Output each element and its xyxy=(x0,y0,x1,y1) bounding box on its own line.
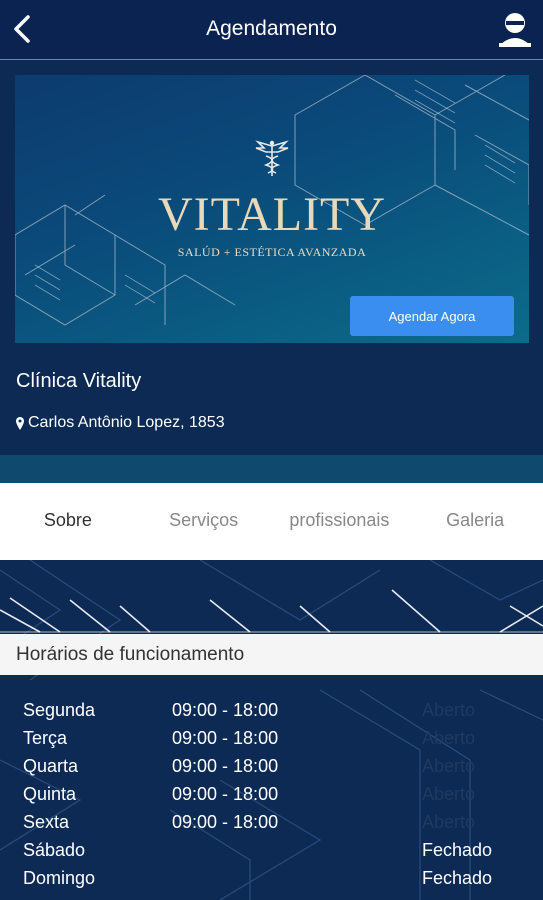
brand-tagline: SALÚD + ESTÉTICA AVANZADA xyxy=(177,245,367,259)
tab-about[interactable]: Sobre xyxy=(0,483,136,560)
day-label: Sexta xyxy=(23,812,70,832)
address-text: Carlos Antônio Lopez, 1853 xyxy=(28,414,225,431)
day-label: Quarta xyxy=(23,756,79,776)
hours-section-title: Horários de funcionamento xyxy=(0,634,543,675)
hours-row-monday: Segunda 09:00 - 18:00 Aberto xyxy=(0,698,543,726)
hours-row-sunday: Domingo Fechado xyxy=(0,866,543,894)
hours-row-wednesday: Quarta 09:00 - 18:00 Aberto xyxy=(0,754,543,782)
hours-row-thursday: Quinta 09:00 - 18:00 Aberto xyxy=(0,782,543,810)
clinic-banner: VITALITY SALÚD + ESTÉTICA AVANZADA Agend… xyxy=(15,75,529,343)
book-now-button[interactable]: Agendar Agora xyxy=(350,296,514,336)
day-label: Segunda xyxy=(23,700,96,720)
tab-services[interactable]: Serviços xyxy=(136,483,272,560)
status-label: Aberto xyxy=(422,756,476,776)
time-range: 09:00 - 18:00 xyxy=(172,784,279,804)
user-icon[interactable] xyxy=(497,10,533,48)
map-pin-icon xyxy=(16,416,24,430)
top-bar: Agendamento xyxy=(0,0,543,60)
brand-logo-text: VITALITY xyxy=(157,188,387,241)
tab-bar: Sobre Serviços profissionais Galeria xyxy=(0,483,543,560)
day-label: Terça xyxy=(23,728,68,748)
status-label: Fechado xyxy=(422,868,493,888)
status-label: Aberto xyxy=(422,812,476,832)
day-label: Domingo xyxy=(23,868,96,888)
hours-row-saturday: Sábado Fechado xyxy=(0,838,543,866)
day-label: Quinta xyxy=(23,784,77,804)
hours-list: Segunda 09:00 - 18:00 Aberto Terça 09:00… xyxy=(0,698,543,894)
tab-gallery[interactable]: Galeria xyxy=(407,483,543,560)
caduceus-icon xyxy=(255,140,289,176)
clinic-name: Clínica Vitality xyxy=(16,370,142,392)
status-label: Aberto xyxy=(422,700,476,720)
time-range: 09:00 - 18:00 xyxy=(172,812,279,832)
time-range: 09:00 - 18:00 xyxy=(172,700,279,720)
status-label: Fechado xyxy=(422,840,493,860)
clinic-address: Carlos Antônio Lopez, 1853 xyxy=(16,414,225,432)
status-label: Aberto xyxy=(422,784,476,804)
day-label: Sábado xyxy=(23,840,86,860)
page-title: Agendamento xyxy=(206,17,337,40)
time-range: 09:00 - 18:00 xyxy=(172,728,279,748)
status-label: Aberto xyxy=(422,728,476,748)
hours-row-tuesday: Terça 09:00 - 18:00 Aberto xyxy=(0,726,543,754)
time-range: 09:00 - 18:00 xyxy=(172,756,279,776)
tab-professionals[interactable]: profissionais xyxy=(272,483,408,560)
hours-row-friday: Sexta 09:00 - 18:00 Aberto xyxy=(0,810,543,838)
